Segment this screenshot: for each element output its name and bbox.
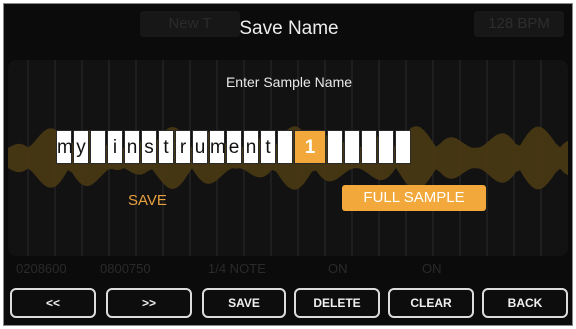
save-button[interactable]: SAVE [202, 288, 286, 318]
scroll-left-button[interactable]: << [10, 288, 96, 318]
full-sample-option[interactable]: FULL SAMPLE [342, 185, 486, 211]
name-character-cell[interactable]: e [226, 130, 242, 164]
background-parameter-row: 0208600 0800750 1/4 NOTE ON ON [12, 259, 566, 279]
name-character-cell[interactable]: i [107, 130, 123, 164]
name-character-cell[interactable]: s [141, 130, 157, 164]
scroll-right-button[interactable]: >> [106, 288, 192, 318]
clear-button[interactable]: CLEAR [388, 288, 474, 318]
background-param-b: ON [422, 261, 442, 276]
name-character-cell[interactable]: m [56, 130, 73, 164]
dialog-prompt: Enter Sample Name [225, 74, 353, 90]
name-character-cell[interactable]: t [158, 130, 174, 164]
name-character-cell[interactable] [90, 130, 106, 164]
back-button[interactable]: BACK [482, 288, 568, 318]
name-character-cell[interactable]: n [243, 130, 259, 164]
delete-button[interactable]: DELETE [294, 288, 380, 318]
soft-button-bar: << >> SAVE DELETE CLEAR BACK [10, 288, 568, 318]
background-param-a: ON [328, 261, 348, 276]
name-character-cell[interactable]: m [209, 130, 226, 164]
name-character-cell[interactable]: t [260, 130, 276, 164]
name-character-cell[interactable] [395, 130, 411, 164]
name-character-cell[interactable] [344, 130, 360, 164]
sample-name-field[interactable]: my instrument 1 [56, 130, 412, 164]
name-character-cell[interactable]: y [73, 130, 89, 164]
background-start-value: 0208600 [16, 261, 67, 276]
name-character-cell[interactable] [378, 130, 394, 164]
name-character-cell[interactable] [361, 130, 377, 164]
name-character-cell[interactable] [277, 130, 293, 164]
name-character-cell[interactable]: n [124, 130, 140, 164]
device-screen: New T 128 BPM Save Name Enter Sample Nam… [3, 3, 573, 326]
name-character-cell[interactable]: r [175, 130, 191, 164]
dialog-title: Save Name [239, 18, 339, 39]
background-division-value: 1/4 NOTE [208, 261, 266, 276]
save-option-label[interactable]: SAVE [128, 192, 167, 209]
name-character-cell[interactable]: u [192, 130, 208, 164]
name-character-cell[interactable]: 1 [294, 130, 326, 164]
name-character-cell[interactable] [327, 130, 343, 164]
background-end-value: 0800750 [100, 261, 151, 276]
